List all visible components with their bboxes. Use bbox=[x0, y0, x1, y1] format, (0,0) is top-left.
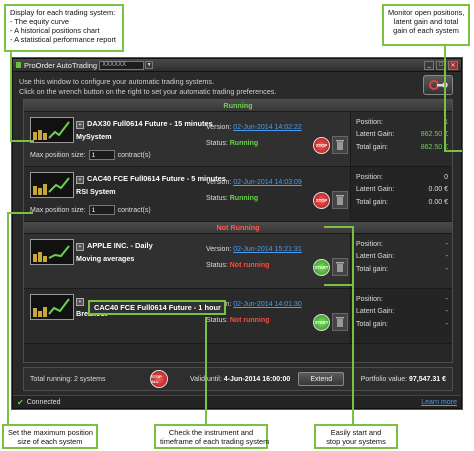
system-name: MySystem bbox=[76, 132, 112, 141]
app-icon bbox=[16, 62, 21, 68]
version-info: Version: 02-Jun-2014 14:03:09 bbox=[206, 179, 302, 186]
position-panel: Position: - Latent Gain: - Total gain: - bbox=[350, 289, 452, 343]
callout-start-stop: Easily start and stop your systems bbox=[314, 424, 398, 449]
gear-icon[interactable]: + bbox=[76, 243, 84, 251]
version-info: Version: 02-Jun-2014 14:02:22 bbox=[206, 124, 302, 131]
total-gain-value: - bbox=[445, 265, 448, 273]
status-info: Status: Running bbox=[206, 195, 259, 202]
equity-chart-thumbnail[interactable] bbox=[30, 294, 74, 320]
callout-instrument-timeframe: Check the instrument and timeframe of ea… bbox=[154, 424, 269, 449]
gear-icon[interactable]: + bbox=[76, 298, 84, 306]
callout-monitor-positions: Monitor open positions, latent gain and … bbox=[382, 4, 470, 46]
instrument-name: APPLE INC. - Daily bbox=[87, 241, 153, 250]
version-link[interactable]: 02-Jun-2014 14:02:22 bbox=[233, 124, 302, 131]
status-info: Status: Not running bbox=[206, 317, 270, 324]
system-row: + DAX30 Full0614 Future - 15 minutes MyS… bbox=[24, 112, 452, 167]
version-link[interactable]: 02-Jun-2014 15:21:31 bbox=[233, 246, 302, 253]
position-panel: Position: - Latent Gain: - Total gain: - bbox=[350, 234, 452, 288]
status-bar: ✔ Connected Learn more bbox=[13, 395, 461, 408]
system-name: RSI System bbox=[76, 187, 116, 196]
instrument-name: DAX30 Full0614 Future - 15 minutes bbox=[87, 119, 213, 128]
trash-icon bbox=[336, 262, 344, 272]
instrument-name: CAC40 FCE Full0614 Future - 5 minutes bbox=[87, 174, 226, 183]
minimize-button[interactable]: _ bbox=[424, 60, 434, 70]
title-bar: ProOrder AutoTrading XXXXXX ▼ _ □ ✕ bbox=[13, 59, 461, 72]
check-icon: ✔ bbox=[17, 397, 24, 407]
close-button[interactable]: ✕ bbox=[448, 60, 458, 70]
extend-button[interactable]: Extend bbox=[298, 372, 345, 386]
position-value: - bbox=[445, 240, 448, 248]
system-row: + Breakout Version: 02-Jun-2014 14:01:30… bbox=[24, 289, 452, 344]
version-link[interactable]: 02-Jun-2014 14:01:30 bbox=[233, 301, 302, 308]
start-button[interactable]: START bbox=[313, 314, 330, 331]
section-not-running: Not Running bbox=[24, 222, 452, 234]
position-panel: Position: 1 Latent Gain: 862.50 € Total ga… bbox=[350, 112, 452, 166]
max-position-input[interactable] bbox=[88, 205, 115, 215]
instrument-name-highlight: CAC40 FCE Full0614 Future - 1 hour bbox=[88, 300, 226, 315]
version-info: Version: 02-Jun-2014 15:21:31 bbox=[206, 246, 302, 253]
intro-text: Use this window to configure your automa… bbox=[19, 77, 277, 96]
status-value: Running bbox=[229, 195, 259, 202]
total-gain-value: - bbox=[445, 320, 448, 328]
system-row: + CAC40 FCE Full0614 Future - 5 minutes … bbox=[24, 167, 452, 222]
position-value: - bbox=[445, 295, 448, 303]
total-running: Total running: 2 systems bbox=[30, 375, 106, 383]
gear-icon[interactable]: + bbox=[76, 121, 84, 129]
max-position-input[interactable] bbox=[88, 150, 115, 160]
trash-icon bbox=[336, 317, 344, 327]
chevron-down-icon[interactable]: ▼ bbox=[145, 61, 154, 69]
trash-icon bbox=[336, 195, 344, 205]
system-row: + APPLE INC. - Daily Moving averages Ver… bbox=[24, 234, 452, 289]
connection-status: Connected bbox=[26, 398, 61, 406]
equity-chart-thumbnail[interactable] bbox=[30, 239, 74, 265]
position-panel: Position: 0 Latent Gain: 0.00 € Total gain… bbox=[350, 167, 452, 221]
max-position: Max position size: contract(s) bbox=[30, 150, 151, 160]
systems-list: Running + DAX30 Full0614 Future - 15 min… bbox=[23, 99, 453, 363]
section-running: Running bbox=[24, 100, 452, 112]
start-button[interactable]: START bbox=[313, 259, 330, 276]
status-value: Running bbox=[229, 140, 259, 147]
system-name: Moving averages bbox=[76, 254, 135, 263]
status-info: Status: Running bbox=[206, 140, 259, 147]
gear-icon[interactable]: + bbox=[76, 176, 84, 184]
latent-gain-value: - bbox=[445, 253, 448, 261]
stop-button[interactable]: STOP bbox=[313, 137, 330, 154]
delete-button[interactable] bbox=[332, 136, 348, 154]
version-link[interactable]: 02-Jun-2014 14:03:09 bbox=[233, 179, 302, 186]
delete-button[interactable] bbox=[332, 258, 348, 276]
equity-chart-thumbnail[interactable] bbox=[30, 117, 74, 143]
latent-gain-value: - bbox=[445, 308, 448, 316]
preferences-button[interactable] bbox=[423, 75, 453, 95]
trash-icon bbox=[336, 140, 344, 150]
stop-all-button[interactable]: STOP ALL bbox=[150, 370, 168, 388]
position-value: 0 bbox=[444, 173, 448, 181]
window-title: ProOrder AutoTrading bbox=[24, 60, 98, 70]
delete-button[interactable] bbox=[332, 313, 348, 331]
equity-chart-thumbnail[interactable] bbox=[30, 172, 74, 198]
status-info: Status: Not running bbox=[206, 262, 270, 269]
status-value: Not running bbox=[229, 262, 270, 269]
delete-button[interactable] bbox=[332, 191, 348, 209]
latent-gain-value: 0.00 € bbox=[428, 186, 448, 194]
max-position: Max position size: contract(s) bbox=[30, 205, 151, 215]
callout-max-position: Set the maximum position size of each sy… bbox=[2, 424, 98, 449]
stop-button[interactable]: STOP bbox=[313, 192, 330, 209]
status-value: Not running bbox=[229, 317, 270, 324]
learn-more-link[interactable]: Learn more bbox=[421, 399, 457, 406]
account-select[interactable]: XXXXXX bbox=[99, 60, 145, 70]
total-gain-value: 0.00 € bbox=[428, 198, 448, 206]
footer-bar: Total running: 2 systems STOP ALL Valid … bbox=[23, 367, 453, 391]
portfolio-value: Portfolio value: 97,547.31 € bbox=[360, 375, 446, 383]
proorder-window: ProOrder AutoTrading XXXXXX ▼ _ □ ✕ Use … bbox=[12, 58, 462, 409]
callout-equity-curve: Display for each trading system: - The e… bbox=[4, 4, 124, 52]
